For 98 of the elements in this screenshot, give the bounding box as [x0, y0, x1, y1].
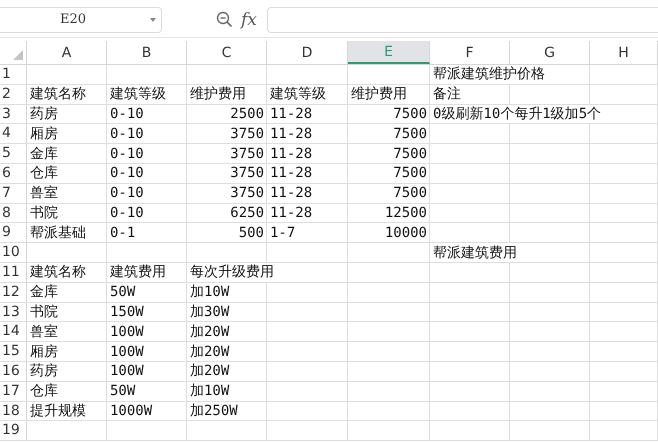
table-cell: 50W — [110, 382, 136, 400]
row-number[interactable]: 8 — [0, 204, 27, 222]
table-cell: 7500 — [393, 144, 427, 163]
table-cell: 11-28 — [270, 204, 312, 222]
table-cell: 500 — [238, 224, 264, 242]
row-number[interactable]: 13 — [0, 302, 27, 322]
table-cell: 0-10 — [110, 164, 144, 182]
table-cell: 50W — [110, 283, 136, 302]
table-cell: 1000W — [110, 402, 152, 420]
row-number[interactable]: 18 — [0, 402, 27, 420]
table-cell: 仓库 — [30, 382, 58, 400]
table-cell: 10000 — [384, 224, 427, 242]
table-cell: 书院 — [30, 302, 58, 321]
row-number[interactable]: 19 — [0, 421, 27, 440]
table-cell: 厢房 — [30, 342, 58, 361]
table-cell: 建筑名称 — [30, 263, 86, 282]
table-cell: 100W — [110, 322, 144, 341]
table-cell: 6250 — [230, 204, 264, 222]
row-number[interactable]: 10 — [0, 243, 27, 262]
column-header[interactable]: C — [187, 41, 267, 64]
table-cell: 100W — [110, 362, 144, 380]
table-cell: 0-10 — [110, 204, 144, 222]
table-cell: 150W — [110, 302, 144, 321]
table-cell: 帮派建筑维护价格 — [433, 65, 545, 84]
row-number[interactable]: 1 — [0, 65, 27, 84]
column-header[interactable]: F — [430, 41, 510, 64]
row-number[interactable]: 4 — [0, 124, 27, 144]
row-number[interactable]: 16 — [0, 362, 27, 381]
table-cell: 建筑等级 — [110, 85, 166, 104]
row-number[interactable]: 17 — [0, 382, 27, 401]
dropdown-caret-icon[interactable] — [150, 18, 156, 22]
table-cell: 帮派建筑费用 — [433, 244, 517, 262]
table-cell: 加20W — [190, 322, 230, 341]
table-cell: 厢房 — [30, 124, 58, 143]
table-cell: 金库 — [30, 144, 58, 163]
table-cell: 兽室 — [30, 184, 58, 202]
table-cell: 11-28 — [270, 104, 312, 123]
row-number[interactable]: 5 — [0, 144, 27, 163]
table-cell: 建筑名称 — [30, 85, 86, 104]
table-cell: 3750 — [230, 164, 264, 182]
table-cell: 3750 — [230, 144, 264, 163]
name-box[interactable]: E20 — [0, 6, 162, 32]
row-number[interactable]: 12 — [0, 282, 27, 302]
table-cell: 0级刷新10个每升1级加5个 — [433, 104, 602, 123]
table-cell: 11-28 — [270, 144, 312, 163]
table-cell: 11-28 — [270, 184, 312, 202]
table-cell: 7500 — [393, 104, 427, 123]
table-cell: 建筑费用 — [110, 263, 166, 282]
column-header[interactable]: A — [27, 41, 107, 64]
table-cell: 建筑等级 — [270, 85, 326, 104]
row-number[interactable]: 7 — [0, 184, 27, 203]
table-cell: 加20W — [190, 342, 230, 361]
table-cell: 书院 — [30, 204, 58, 222]
row-number[interactable]: 3 — [0, 104, 27, 124]
table-cell: 0-10 — [110, 184, 144, 202]
table-cell: 7500 — [393, 184, 427, 202]
table-cell: 7500 — [393, 124, 427, 143]
table-cell: 加10W — [190, 283, 230, 302]
table-cell: 维护费用 — [351, 85, 407, 104]
table-cell: 3750 — [230, 124, 264, 143]
table-cell: 0-10 — [110, 124, 144, 143]
table-cell: 药房 — [30, 362, 58, 380]
table-cell: 加250W — [190, 402, 238, 420]
table-cell: 3750 — [230, 184, 264, 202]
table-cell: 100W — [110, 342, 144, 361]
table-cell: 提升规模 — [30, 402, 86, 420]
table-cell: 0-1 — [110, 224, 136, 242]
row-number[interactable]: 6 — [0, 164, 27, 183]
column-header[interactable]: H — [590, 41, 658, 64]
formula-input[interactable] — [266, 6, 658, 32]
row-number[interactable]: 15 — [0, 342, 27, 361]
table-cell: 0-10 — [110, 144, 144, 163]
function-button[interactable]: fx — [241, 10, 257, 30]
column-header[interactable]: G — [510, 41, 590, 64]
table-cell: 备注 — [433, 85, 461, 104]
table-cell: 11-28 — [270, 124, 312, 143]
table-cell: 11-28 — [270, 164, 312, 182]
table-cell: 7500 — [393, 164, 427, 182]
row-number[interactable]: 11 — [0, 262, 27, 282]
table-cell: 药房 — [30, 104, 58, 123]
column-header[interactable]: B — [107, 41, 187, 64]
row-number[interactable]: 9 — [0, 223, 27, 242]
table-cell: 加30W — [190, 302, 230, 321]
row-number[interactable]: 14 — [0, 322, 27, 342]
table-cell: 1-7 — [270, 224, 296, 242]
table-cell: 仓库 — [30, 164, 58, 182]
table-cell: 2500 — [230, 104, 264, 123]
table-cell: 12500 — [384, 204, 427, 222]
row-number[interactable]: 2 — [0, 84, 27, 104]
table-cell: 帮派基础 — [30, 224, 86, 242]
table-cell: 金库 — [30, 283, 58, 302]
zoom-out-icon[interactable] — [216, 11, 233, 28]
table-cell: 兽室 — [30, 322, 58, 341]
table-cell: 加10W — [190, 382, 230, 400]
table-cell: 加20W — [190, 362, 230, 380]
table-cell: 0-10 — [110, 104, 144, 123]
table-cell: 每次升级费用 — [190, 263, 274, 282]
table-cell: 维护费用 — [190, 85, 246, 104]
